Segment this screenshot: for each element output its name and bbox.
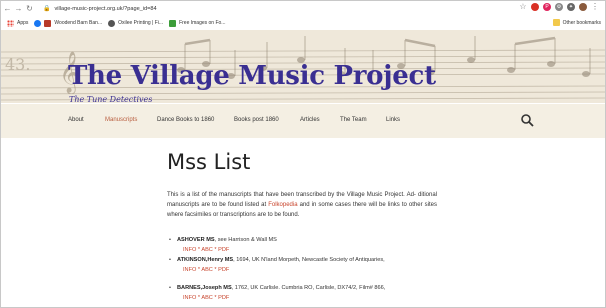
bookmark-oxilee[interactable]: Oxilee Printing | Fi... [108, 19, 164, 27]
bookmark-label: Woodend Barn Ban... [54, 20, 103, 26]
page-title: Mss List [167, 150, 251, 174]
menu-dots-icon[interactable]: ⋮ [591, 3, 599, 11]
nav-books-post-1860[interactable]: Books post 1860 [234, 117, 279, 123]
bullet: • [169, 285, 171, 291]
extension-gear-icon[interactable]: ⚙ [555, 3, 563, 11]
woodend-barn-icon [44, 19, 52, 27]
address-bar[interactable]: 🔒 village-music-project.org.uk/?page_id=… [43, 3, 523, 14]
reload-icon[interactable]: ↻ [25, 4, 34, 13]
manuscript-details: , 1762, UK Carlisle. Cumbria RO, Carlisl… [231, 285, 386, 291]
free-images-icon [169, 19, 177, 27]
folder-icon [552, 19, 560, 26]
manuscript-name: ASHOVER MS [177, 237, 215, 243]
nav-the-team[interactable]: The Team [340, 117, 367, 123]
lock-icon: 🔒 [43, 6, 51, 12]
manuscript-list: • ASHOVER MS, see Harrison & Wall MS INFO… [169, 235, 477, 303]
manuscript-links[interactable]: INFO * ABC * PDF [177, 245, 477, 255]
nav-links[interactable]: Links [386, 117, 400, 123]
manuscript-details: , 1694, UK N'land Morpeth, Newcastle Soc… [233, 257, 385, 263]
other-bookmarks-label: Other bookmarks [562, 19, 601, 26]
search-icon[interactable] [520, 113, 534, 127]
list-item: • ATKINSON,Henry MS, 1694, UK N'land Morp… [169, 255, 477, 275]
bookmarks-bar: Apps Woodend Barn Ban... Oxilee Printing… [1, 16, 605, 31]
bookmark-woodend[interactable]: Woodend Barn Ban... [34, 19, 103, 27]
manuscript-name: ATKINSON,Henry MS [177, 257, 234, 263]
bookmark-apps[interactable]: Apps [7, 19, 29, 27]
bookmark-star-icon[interactable]: ☆ [519, 3, 527, 11]
site-title[interactable]: The Village Music Project [68, 61, 436, 91]
extension-icons: ☆ P ⚙ ✦ ⋮ [519, 3, 599, 11]
manuscript-links[interactable]: INFO * ABC * PDF [177, 265, 477, 275]
bookmark-label: Oxilee Printing | Fi... [118, 20, 164, 26]
list-item: • BARNES,Joseph MS, 1762, UK Carlisle. Cu… [169, 283, 477, 303]
manuscript-name: BARNES,Joseph MS [177, 285, 232, 291]
pinterest-icon[interactable]: P [543, 3, 551, 11]
back-icon[interactable]: ← [3, 4, 12, 13]
nav-manuscripts[interactable]: Manuscripts [105, 117, 137, 123]
intro-paragraph: This is a list of the manuscripts that h… [167, 190, 437, 220]
page-content: Mss List This is a list of the manuscrip… [1, 138, 605, 307]
nav-dance-books-to-1860[interactable]: Dance Books to 1860 [157, 117, 214, 123]
bookmark-label: Free Images on Fo... [179, 20, 226, 26]
bullet: • [169, 237, 171, 243]
profile-avatar[interactable] [579, 3, 587, 11]
folkopedia-link[interactable]: Folkopedia [268, 202, 297, 208]
forward-icon[interactable]: → [14, 4, 23, 13]
browser-toolbar: ← → ↻ 🔒 village-music-project.org.uk/?pa… [1, 1, 605, 16]
manuscript-links[interactable]: INFO * ABC * PDF [177, 293, 477, 303]
facebook-icon [34, 19, 42, 27]
bookmark-free-images[interactable]: Free Images on Fo... [169, 19, 226, 27]
browser-window: ← → ↻ 🔒 village-music-project.org.uk/?pa… [0, 0, 606, 308]
extensions-puzzle-icon[interactable]: ✦ [567, 3, 575, 11]
svg-text:43.: 43. [5, 55, 30, 74]
nav-articles[interactable]: Articles [300, 117, 320, 123]
site-header: 43. 𝄞 The Village Music Project The Tune… [1, 30, 605, 103]
extension-red-icon[interactable] [531, 3, 539, 11]
bullet: • [169, 257, 171, 263]
list-item: • ASHOVER MS, see Harrison & Wall MS INFO… [169, 235, 477, 255]
nav-about[interactable]: About [68, 117, 84, 123]
oxilee-icon [108, 19, 116, 27]
site-tagline: The Tune Detectives [69, 95, 153, 103]
main-navigation: About Manuscripts Dance Books to 1860 Bo… [1, 104, 605, 138]
address-bar-url: village-music-project.org.uk/?page_id=84 [54, 5, 157, 12]
other-bookmarks[interactable]: Other bookmarks [552, 19, 601, 26]
manuscript-details: , see Harrison & Wall MS [214, 237, 277, 243]
bookmark-label: Apps [17, 20, 29, 26]
apps-grid-icon [7, 19, 14, 27]
